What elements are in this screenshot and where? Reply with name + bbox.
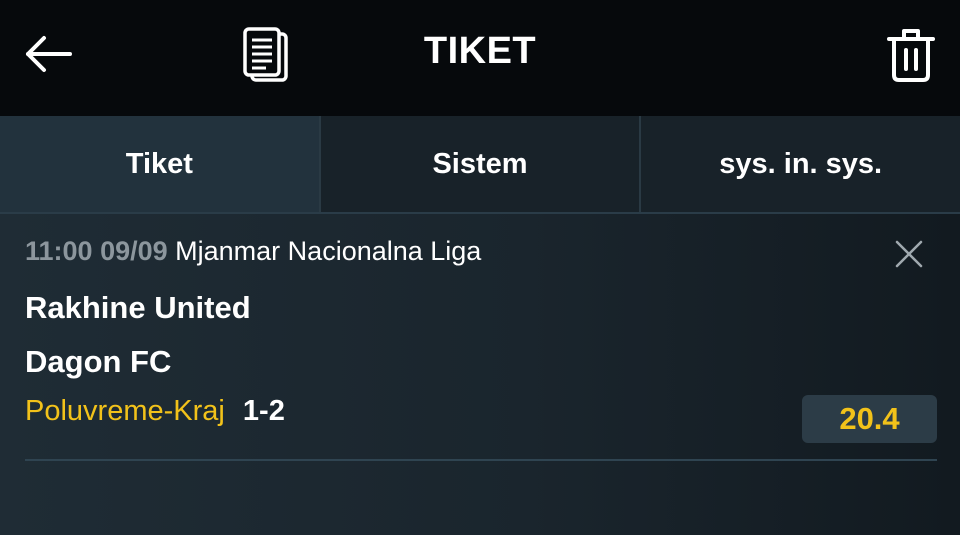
- back-arrow-icon[interactable]: [22, 32, 74, 76]
- page-title: TIKET: [423, 30, 537, 72]
- match-time: 11:00 09/09: [25, 236, 168, 266]
- bet-list: 11:00 09/09 Mjanmar Nacionalna Liga Rakh…: [0, 214, 960, 535]
- market-name: Poluvreme-Kraj: [25, 395, 225, 427]
- home-team: Rakhine United: [25, 290, 251, 325]
- tab-tiket[interactable]: Tiket: [0, 116, 321, 212]
- tab-sistem[interactable]: Sistem: [321, 116, 642, 212]
- ticket-tabs: Tiket Sistem sys. in. sys.: [0, 116, 960, 212]
- top-bar: TIKET: [0, 0, 960, 116]
- tab-sys-in-sys[interactable]: sys. in. sys.: [641, 116, 960, 212]
- away-team: Dagon FC: [25, 344, 172, 379]
- bet-divider: [25, 459, 937, 461]
- ticket-screen: TIKET Tiket Sistem sys. in. sys. 11:00 0…: [0, 0, 960, 535]
- ticket-document-icon[interactable]: [240, 26, 292, 84]
- match-meta: 11:00 09/09 Mjanmar Nacionalna Liga: [25, 236, 481, 267]
- trash-icon[interactable]: [884, 26, 938, 84]
- bet-market: Poluvreme-Kraj 1-2: [25, 395, 285, 428]
- remove-bet-close-icon[interactable]: [893, 238, 925, 270]
- league-name: Mjanmar Nacionalna Liga: [175, 236, 482, 266]
- odd-value-button[interactable]: 20.4: [802, 395, 937, 443]
- market-pick: 1-2: [242, 395, 285, 427]
